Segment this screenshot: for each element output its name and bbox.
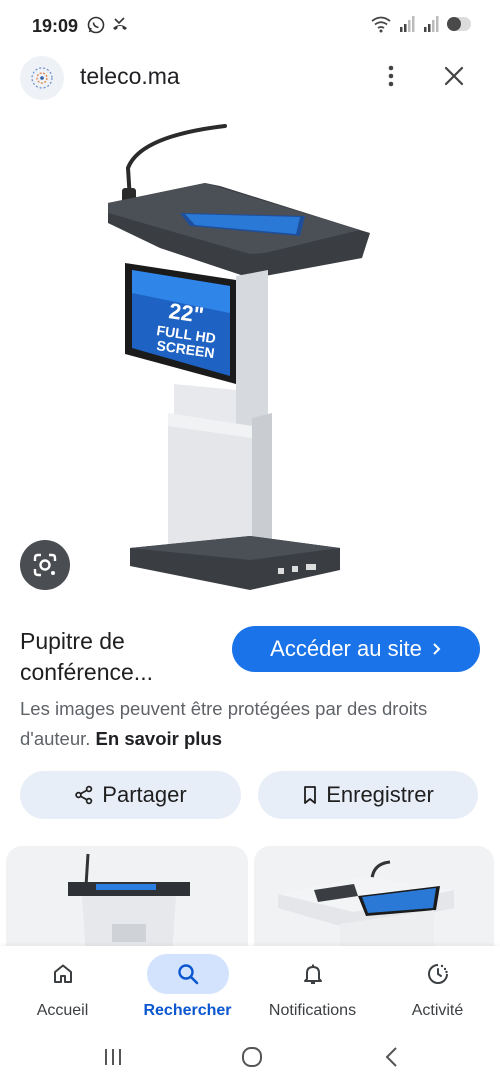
site-name: teleco.ma (80, 63, 180, 89)
nav-item-activity[interactable]: Activité (375, 946, 500, 1030)
recent-apps-icon (105, 1049, 121, 1065)
recent-apps-button[interactable] (93, 1040, 133, 1074)
activity-icon (427, 964, 448, 984)
related-image-thumbnail[interactable] (254, 846, 494, 956)
back-icon (385, 1047, 397, 1067)
bottom-navigation: Accueil Rechercher Notifications Activit… (0, 946, 500, 1030)
system-back-button[interactable] (372, 1040, 412, 1074)
system-home-button[interactable] (232, 1040, 272, 1074)
system-navigation-bar (0, 1030, 500, 1084)
bookmark-icon (304, 786, 317, 804)
signal-icon (398, 15, 416, 38)
signal-icon (422, 15, 440, 38)
status-system-icons (370, 15, 472, 38)
home-icon (53, 964, 72, 983)
status-bar: 19:09 (0, 0, 500, 52)
nav-label-notifications: Notifications (268, 1002, 357, 1019)
copyright-notice: Les images peuvent être protégées par de… (20, 694, 480, 754)
nav-label-search: Rechercher (143, 1002, 232, 1019)
lens-button[interactable] (20, 540, 70, 590)
google-lens-icon (33, 553, 57, 577)
chevron-right-icon (433, 643, 441, 655)
related-image-thumbnail[interactable] (6, 846, 248, 956)
share-button[interactable]: Partager (20, 771, 241, 819)
status-notification-icons (86, 15, 130, 40)
visit-site-button[interactable]: Accéder au site (232, 626, 480, 672)
nav-label-activity: Activité (411, 1002, 464, 1019)
save-label: Enregistrer (326, 782, 434, 807)
search-icon (177, 964, 198, 985)
visit-site-label: Accéder au site (270, 636, 422, 661)
learn-more-link[interactable]: En savoir plus (96, 728, 222, 749)
site-favicon (20, 56, 64, 100)
main-product-image[interactable]: 22" FULL HD SCREEN (0, 108, 500, 608)
home-circle-icon (242, 1047, 262, 1067)
whatsapp-icon (86, 15, 106, 40)
share-icon (75, 785, 93, 805)
top-bar: teleco.ma (0, 52, 500, 102)
more-vert-icon (388, 65, 394, 87)
nav-item-home[interactable]: Accueil (0, 946, 125, 1030)
status-time: 19:09 (32, 16, 79, 36)
nav-label-home: Accueil (36, 1002, 89, 1019)
bell-icon (303, 964, 322, 984)
share-label: Partager (102, 782, 187, 807)
save-button[interactable]: Enregistrer (258, 771, 478, 819)
more-options-button[interactable] (374, 58, 408, 94)
nav-item-search[interactable]: Rechercher (125, 946, 250, 1030)
nav-item-notifications[interactable]: Notifications (250, 946, 375, 1030)
battery-icon (446, 15, 472, 38)
close-button[interactable] (436, 58, 472, 94)
wifi-icon (370, 15, 392, 38)
missed-call-icon (110, 15, 130, 40)
copyright-text: Les images peuvent être protégées par de… (20, 698, 428, 749)
close-icon (444, 66, 464, 86)
result-title: Pupitre de conférence... (20, 628, 153, 685)
